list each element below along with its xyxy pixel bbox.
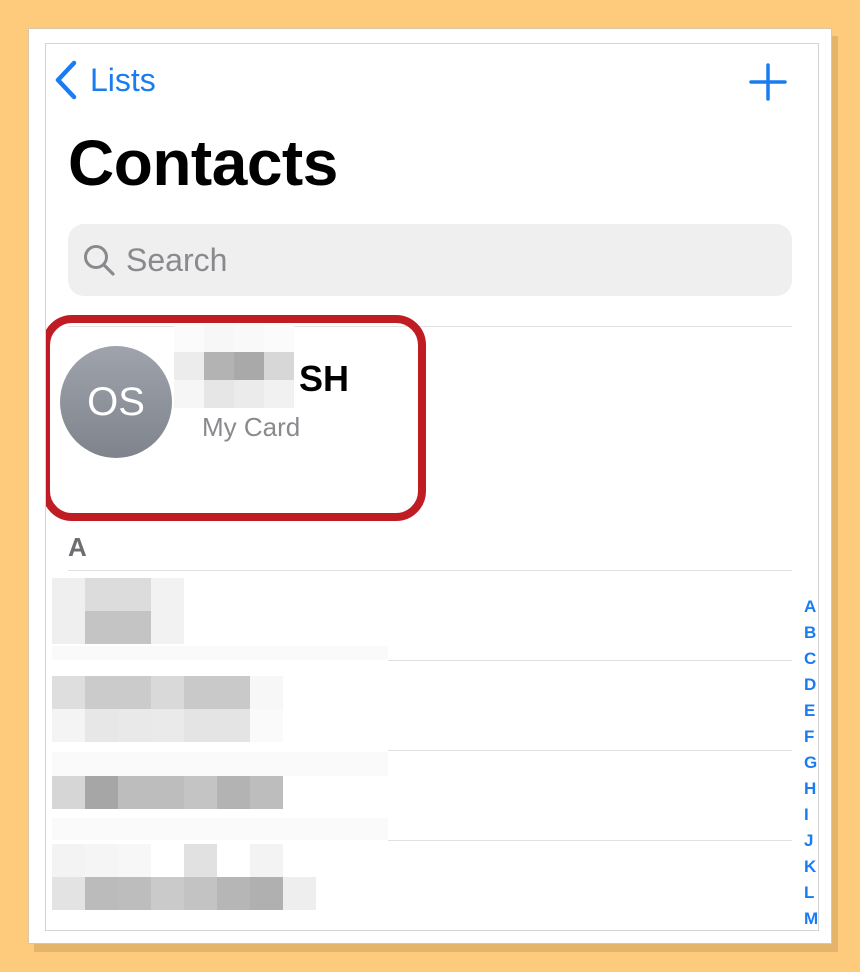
index-letter-h[interactable]: H — [804, 776, 818, 802]
add-contact-button[interactable] — [748, 62, 788, 102]
index-letter-m[interactable]: M — [804, 906, 818, 930]
redacted-name — [174, 324, 294, 408]
index-letter-f[interactable]: F — [804, 724, 818, 750]
avatar: OS — [60, 346, 172, 458]
redacted-contact — [52, 818, 388, 840]
page-title: Contacts — [68, 127, 338, 199]
index-letter-k[interactable]: K — [804, 854, 818, 880]
list-item[interactable] — [46, 572, 806, 660]
redacted-contact — [52, 646, 388, 660]
list-item[interactable] — [46, 842, 806, 930]
redacted-contact — [52, 776, 283, 809]
section-header: A — [68, 532, 87, 562]
search-field[interactable]: Search — [68, 224, 792, 296]
index-letter-l[interactable]: L — [804, 880, 818, 906]
my-card-label: My Card — [202, 412, 301, 442]
screenshot-frame: Lists Contacts Search OS SH My Card A A … — [28, 28, 832, 944]
index-letter-g[interactable]: G — [804, 750, 818, 776]
redacted-contact — [52, 676, 283, 742]
contact-name-visible: SH — [299, 358, 350, 399]
search-icon — [84, 245, 115, 276]
my-card-row[interactable]: OS SH My Card — [46, 302, 417, 502]
list-item[interactable] — [46, 752, 806, 840]
redacted-contact — [52, 752, 388, 776]
back-to-lists-button[interactable]: Lists — [54, 60, 156, 100]
divider — [68, 570, 792, 571]
back-button-label: Lists — [90, 61, 156, 98]
redacted-contact — [52, 844, 316, 910]
plus-icon — [749, 63, 787, 101]
index-letter-a[interactable]: A — [804, 594, 818, 620]
chevron-left-icon — [55, 60, 77, 100]
index-letter-e[interactable]: E — [804, 698, 818, 724]
index-letter-j[interactable]: J — [804, 828, 818, 854]
index-letter-d[interactable]: D — [804, 672, 818, 698]
index-letter-b[interactable]: B — [804, 620, 818, 646]
redacted-contact — [52, 578, 184, 644]
divider — [388, 840, 792, 841]
list-item[interactable] — [46, 662, 806, 750]
divider — [388, 750, 792, 751]
contacts-screen: Lists Contacts Search OS SH My Card A A … — [45, 43, 819, 931]
divider — [388, 660, 792, 661]
index-letter-c[interactable]: C — [804, 646, 818, 672]
alphabet-index[interactable]: ABCDEFGHIJKLMN — [804, 594, 818, 930]
index-letter-i[interactable]: I — [804, 802, 818, 828]
search-placeholder: Search — [126, 241, 228, 278]
